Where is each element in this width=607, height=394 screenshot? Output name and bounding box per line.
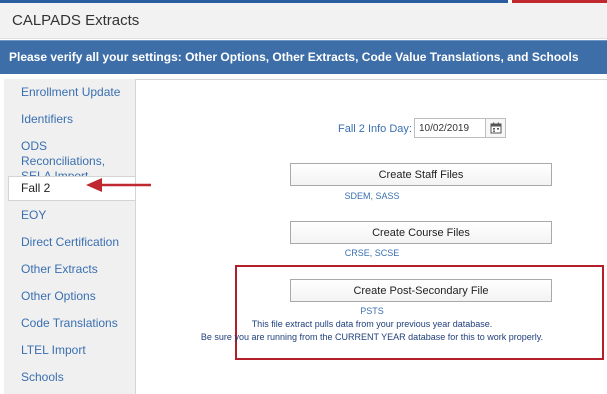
course-files-codes: CRSE, SCSE: [344, 248, 400, 258]
sidebar-item-enrollment-update[interactable]: Enrollment Update: [4, 85, 135, 100]
create-post-secondary-file-button[interactable]: Create Post-Secondary File: [290, 279, 552, 302]
sidebar-item-schools[interactable]: Schools: [4, 370, 135, 385]
post-secondary-note-2: Be sure you are running from the CURRENT…: [200, 332, 544, 342]
calendar-button[interactable]: [486, 118, 506, 138]
staff-files-codes: SDEM, SASS: [344, 191, 400, 201]
sidebar-item-identifiers[interactable]: Identifiers: [4, 112, 135, 127]
sidebar-item-eoy[interactable]: EOY: [4, 208, 135, 223]
post-secondary-note-1: This file extract pulls data from your p…: [251, 319, 493, 329]
settings-banner: Please verify all your settings: Other O…: [0, 40, 607, 74]
info-day-input[interactable]: 10/02/2019: [414, 118, 486, 138]
sidebar-item-other-extracts[interactable]: Other Extracts: [4, 262, 135, 277]
calendar-icon: [490, 122, 501, 134]
sidebar-item-ltel-import[interactable]: LTEL Import: [4, 343, 135, 358]
red-arrow-icon: [86, 178, 151, 192]
page-title: CALPADS Extracts: [12, 12, 140, 29]
page-header: CALPADS Extracts: [0, 3, 607, 39]
post-secondary-codes: PSTS: [360, 306, 384, 316]
main-content: Fall 2 Info Day: 10/02/2019 Create Staff…: [135, 79, 607, 394]
sidebar-item-other-options[interactable]: Other Options: [4, 289, 135, 304]
settings-banner-text: Please verify all your settings: Other O…: [9, 50, 579, 64]
sidebar: Enrollment Update Identifiers ODS Reconc…: [4, 79, 140, 394]
create-course-files-button[interactable]: Create Course Files: [290, 221, 552, 244]
create-staff-files-button[interactable]: Create Staff Files: [290, 163, 552, 186]
sidebar-item-direct-certification[interactable]: Direct Certification: [4, 235, 135, 250]
info-day-label: Fall 2 Info Day:: [338, 123, 412, 135]
sidebar-item-code-translations[interactable]: Code Translations: [4, 316, 135, 331]
